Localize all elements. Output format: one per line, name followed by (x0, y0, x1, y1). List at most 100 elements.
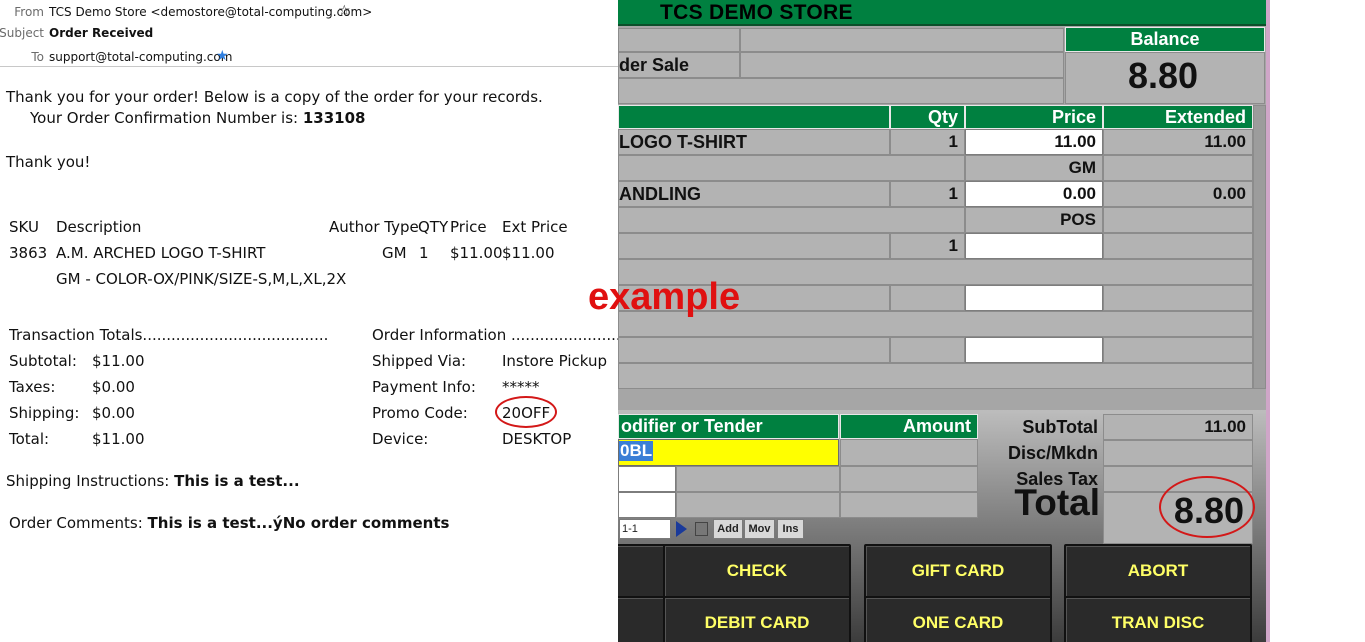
extended-header: Extended (1103, 105, 1253, 129)
line-4-sub: POS (965, 207, 1103, 233)
line-5-qty[interactable]: 1 (890, 233, 965, 259)
from-value[interactable]: TCS Demo Store <demostore@total-computin… (49, 3, 372, 21)
to-row: To support@total-computing.com ★ (0, 48, 618, 66)
balance-label: Balance (1065, 27, 1265, 52)
tender-button-partial-1[interactable] (618, 544, 666, 600)
line-5-extended[interactable] (1103, 233, 1253, 259)
line-9-price[interactable] (965, 337, 1103, 363)
modifier-input[interactable]: 0BL (618, 439, 839, 466)
totals-heading: Transaction Totals......................… (9, 326, 329, 344)
star-icon[interactable]: ☆ (338, 2, 351, 20)
modifier-value: 0BL (619, 441, 654, 461)
position-field[interactable]: 1-1 (619, 519, 671, 539)
order-comments-label: Order Comments: (9, 514, 143, 532)
amount-cell-3[interactable] (840, 492, 978, 518)
order-info-heading: Order Information ......................… (372, 326, 618, 344)
line-9-qty[interactable] (890, 337, 965, 363)
item-price: $11.00 (450, 244, 503, 262)
line-3-desc-cell[interactable]: ANDLING (618, 181, 890, 207)
modifier-header: odifier or Tender (618, 414, 839, 439)
line-2-extended (1103, 155, 1253, 181)
line-9-extended[interactable] (1103, 337, 1253, 363)
subtotal-value: $11.00 (92, 352, 145, 370)
line-5-price[interactable] (965, 233, 1103, 259)
tender-input-1[interactable] (618, 466, 676, 492)
subtotal-label: SubTotal (1022, 417, 1098, 437)
col-price: Price (450, 218, 487, 236)
subject-row: Subject Order Received (0, 24, 618, 42)
example-watermark: example (588, 276, 741, 318)
gift-card-button[interactable]: GIFT CARD (864, 544, 1052, 600)
amount-cell-1[interactable] (840, 439, 978, 466)
shipping-instructions-value: This is a test... (174, 472, 300, 490)
payment-info-label: Payment Info: (372, 378, 476, 396)
line-7-price[interactable] (965, 285, 1103, 311)
intro-text: Thank you for your order! Below is a cop… (6, 88, 543, 106)
item-sku: 3863 (9, 244, 48, 262)
col-sku: SKU (9, 218, 39, 236)
one-card-button[interactable]: ONE CARD (864, 596, 1052, 642)
debit-card-button[interactable]: DEBIT CARD (663, 596, 851, 642)
info-cell-2 (740, 28, 1064, 52)
col-qty: QTY (418, 218, 449, 236)
total-value: $11.00 (92, 430, 145, 448)
total-annotation-circle (1159, 476, 1255, 538)
shipping-label: Shipping: (9, 404, 80, 422)
item-description: A.M. ARCHED LOGO T-SHIRT (56, 244, 266, 262)
subtotal-label: Subtotal: (9, 352, 77, 370)
tender-cell-1[interactable] (676, 466, 840, 492)
mov-button[interactable]: Mov (744, 519, 775, 539)
tender-input-2[interactable] (618, 492, 676, 518)
device-label: Device: (372, 430, 429, 448)
line-9-desc-cell[interactable] (618, 337, 890, 363)
tender-button-partial-2[interactable] (618, 596, 666, 642)
line-1-extended[interactable]: 11.00 (1103, 129, 1253, 155)
device-value: DESKTOP (502, 430, 572, 448)
line-7-qty[interactable] (890, 285, 965, 311)
item-type: GM (382, 244, 407, 262)
shipping-instructions: Shipping Instructions: This is a test... (6, 471, 300, 491)
promo-annotation-circle (495, 396, 557, 428)
promo-code-label: Promo Code: (372, 404, 468, 422)
to-value[interactable]: support@total-computing.com (49, 48, 232, 66)
line-3-desc: ANDLING (619, 184, 701, 204)
amount-cell-2[interactable] (840, 466, 978, 492)
from-row: From TCS Demo Store <demostore@total-com… (0, 3, 618, 21)
sale-type: der Sale (619, 55, 690, 75)
line-1-desc-cell[interactable]: LOGO T-SHIRT (618, 129, 890, 155)
stop-icon[interactable] (695, 522, 708, 536)
line-2-sub: GM (965, 155, 1103, 181)
shipping-instructions-label: Shipping Instructions: (6, 472, 170, 490)
tran-disc-button[interactable]: TRAN DISC (1064, 596, 1252, 642)
line-7-extended[interactable] (1103, 285, 1253, 311)
shipped-via-label: Shipped Via: (372, 352, 467, 370)
add-button[interactable]: Add (713, 519, 743, 539)
thanks-text: Thank you! (6, 153, 91, 171)
qty-header: Qty (890, 105, 965, 129)
amount-header: Amount (840, 414, 978, 439)
item-options: GM - COLOR-OX/PINK/SIZE-S,M,L,XL,2X (56, 270, 347, 288)
shipped-via-value: Instore Pickup (502, 352, 608, 370)
line-1-qty[interactable]: 1 (890, 129, 965, 155)
ins-button[interactable]: Ins (777, 519, 804, 539)
line-1-desc: LOGO T-SHIRT (619, 132, 747, 152)
check-button[interactable]: CHECK (663, 544, 851, 600)
line-3-qty[interactable]: 1 (890, 181, 965, 207)
abort-button[interactable]: ABORT (1064, 544, 1252, 600)
col-ext-price: Ext Price (502, 218, 568, 236)
star-filled-icon[interactable]: ★ (216, 47, 229, 65)
price-header: Price (965, 105, 1103, 129)
balance-value: 8.80 (1128, 55, 1199, 96)
line-2-desc-cell (618, 155, 965, 181)
subject-value: Order Received (49, 26, 154, 40)
line-1-price[interactable]: 11.00 (965, 129, 1103, 155)
tender-cell-2[interactable] (676, 492, 840, 518)
order-comments: Order Comments: This is a test...ýNo ord… (9, 513, 449, 533)
line-3-extended[interactable]: 0.00 (1103, 181, 1253, 207)
grid-scrollbar[interactable] (1253, 105, 1266, 389)
line-3-price[interactable]: 0.00 (965, 181, 1103, 207)
order-comments-value: This is a test...ýNo order comments (147, 514, 450, 532)
line-5-desc-cell[interactable] (618, 233, 890, 259)
play-icon[interactable] (676, 521, 687, 537)
window-edge (1266, 0, 1270, 642)
